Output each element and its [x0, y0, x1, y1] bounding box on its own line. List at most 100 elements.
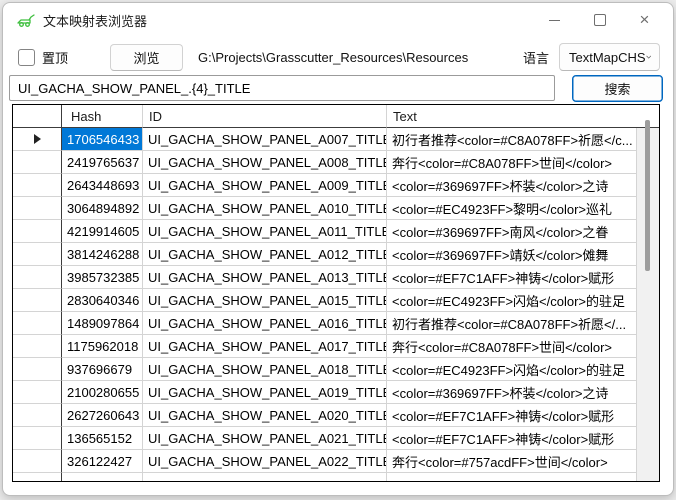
row-header-cell[interactable] [13, 335, 62, 358]
hash-cell[interactable]: 3064894892 [62, 197, 143, 220]
search-button[interactable]: 搜索 [572, 75, 663, 102]
toolbar: 置顶 浏览 G:\Projects\Grasscutter_Resources\… [3, 43, 673, 71]
id-cell[interactable]: UI_GACHA_SHOW_PANEL_A013_TITLE [143, 266, 387, 289]
row-header-cell[interactable] [13, 450, 62, 473]
hash-cell[interactable]: 2100280655 [62, 381, 143, 404]
id-cell[interactable]: UI_GACHA_SHOW_PANEL_A020_TITLE [143, 404, 387, 427]
language-label: 语言 [523, 48, 549, 67]
row-header-cell[interactable] [13, 151, 62, 174]
textmap-table: Hash ID Text 1706546433UI_GACHA_SHOW_PAN… [12, 104, 660, 482]
table-row[interactable]: 2100280655UI_GACHA_SHOW_PANEL_A019_TITLE… [13, 381, 659, 404]
id-cell[interactable]: UI_GACHA_SHOW_PANEL_A007_TITLE [143, 128, 387, 151]
table-row[interactable]: 1489097864UI_GACHA_SHOW_PANEL_A016_TITLE… [13, 312, 659, 335]
table-row[interactable]: 3985732385UI_GACHA_SHOW_PANEL_A013_TITLE… [13, 266, 659, 289]
hash-cell[interactable]: 2830640346 [62, 289, 143, 312]
hash-cell[interactable]: 326122427 [62, 450, 143, 473]
row-header-cell[interactable] [13, 312, 62, 335]
column-header-hash[interactable]: Hash [62, 105, 143, 128]
pin-on-top-option[interactable]: 置顶 [18, 48, 68, 67]
id-cell[interactable]: UI_GACHA_SHOW_PANEL_A012_TITLE [143, 243, 387, 266]
text-cell[interactable]: <color=#EC4923FF>闪焰</color>的驻足 [387, 289, 659, 312]
current-row-arrow-icon [34, 134, 41, 144]
row-header-cell[interactable] [13, 289, 62, 312]
text-cell[interactable]: <color=#369697FF>杯装</color>之诗 [387, 174, 659, 197]
text-cell[interactable]: <color=#EF7C1AFF>神铸</color>赋形 [387, 404, 659, 427]
hash-cell[interactable]: 1175962018 [62, 335, 143, 358]
hash-cell[interactable]: 136565152 [62, 427, 143, 450]
text-cell[interactable]: <color=#EC4923FF>闪焰</color>的驻足 [387, 358, 659, 381]
row-header-cell[interactable] [13, 243, 62, 266]
table-row[interactable]: 3064894892UI_GACHA_SHOW_PANEL_A010_TITLE… [13, 197, 659, 220]
hash-cell[interactable]: 1489097864 [62, 312, 143, 335]
id-cell[interactable]: UI_GACHA_SHOW_PANEL_A011_TITLE [143, 220, 387, 243]
text-cell[interactable]: <color=#EC4923FF>黎明</color>巡礼 [387, 197, 659, 220]
table-row[interactable]: 136565152UI_GACHA_SHOW_PANEL_A021_TITLE<… [13, 427, 659, 450]
column-header-text[interactable]: Text [387, 105, 659, 128]
maximize-button[interactable] [577, 5, 622, 35]
window-controls: × [532, 3, 673, 37]
browse-button[interactable]: 浏览 [110, 44, 183, 71]
language-dropdown[interactable]: TextMapCHS [559, 43, 660, 71]
vertical-scrollbar[interactable] [636, 128, 659, 481]
row-header-cell[interactable] [13, 220, 62, 243]
minimize-button[interactable] [532, 5, 577, 35]
id-cell[interactable]: UI_GACHA_SHOW_PANEL_A008_TITLE [143, 151, 387, 174]
text-cell[interactable]: <color=#EF7C1AFF>神铸</color>赋形 [387, 427, 659, 450]
text-cell[interactable]: 奔行<color=#C8A078FF>世间</color> [387, 335, 659, 358]
hash-cell[interactable]: 4219914605 [62, 220, 143, 243]
table-row[interactable]: 2830640346UI_GACHA_SHOW_PANEL_A015_TITLE… [13, 289, 659, 312]
close-button[interactable]: × [622, 5, 667, 35]
row-header-cell[interactable] [13, 174, 62, 197]
table-row[interactable]: 2627260643UI_GACHA_SHOW_PANEL_A020_TITLE… [13, 404, 659, 427]
text-cell[interactable]: 奔行<color=#C8A078FF>世间</color> [387, 151, 659, 174]
id-cell[interactable]: UI_GACHA_SHOW_PANEL_A016_TITLE [143, 312, 387, 335]
text-cell[interactable]: <color=#369697FF>杯装</color>之诗 [387, 381, 659, 404]
grid-body: 1706546433UI_GACHA_SHOW_PANEL_A007_TITLE… [13, 128, 659, 482]
row-header-cell[interactable] [13, 197, 62, 220]
row-header-cell[interactable] [13, 404, 62, 427]
row-header-cell[interactable] [13, 427, 62, 450]
id-cell[interactable]: UI_GACHA_SHOW_PANEL_A018_TITLE [143, 358, 387, 381]
id-cell[interactable]: UI_GACHA_SHOW_PANEL_A010_TITLE [143, 197, 387, 220]
hash-cell[interactable]: 3814246288 [62, 243, 143, 266]
language-value: TextMapCHS [569, 50, 646, 65]
table-row[interactable]: 937696679UI_GACHA_SHOW_PANEL_A018_TITLE<… [13, 358, 659, 381]
id-cell[interactable]: UI_GACHA_SHOW_PANEL_A015_TITLE [143, 289, 387, 312]
table-header-row: Hash ID Text [13, 105, 659, 128]
scrollbar-thumb[interactable] [645, 120, 650, 271]
id-cell[interactable]: UI_GACHA_SHOW_PANEL_A019_TITLE [143, 381, 387, 404]
hash-cell[interactable]: 2627260643 [62, 404, 143, 427]
row-header-cell[interactable] [13, 358, 62, 381]
table-row[interactable]: 326122427UI_GACHA_SHOW_PANEL_A022_TITLE奔… [13, 450, 659, 473]
hash-cell[interactable]: 1706546433 [62, 128, 143, 151]
table-row[interactable]: 3814246288UI_GACHA_SHOW_PANEL_A012_TITLE… [13, 243, 659, 266]
id-cell[interactable]: UI_GACHA_SHOW_PANEL_A021_TITLE [143, 427, 387, 450]
row-header-cell[interactable] [13, 381, 62, 404]
app-icon [16, 12, 36, 28]
id-cell[interactable]: UI_GACHA_SHOW_PANEL_A009_TITLE [143, 174, 387, 197]
table-row[interactable]: 2419765637UI_GACHA_SHOW_PANEL_A008_TITLE… [13, 151, 659, 174]
row-header-cell [13, 473, 62, 482]
text-cell[interactable]: <color=#369697FF>靖妖</color>傩舞 [387, 243, 659, 266]
text-cell[interactable]: 初行者推荐<color=#C8A078FF>祈愿</... [387, 312, 659, 335]
text-cell[interactable]: <color=#EF7C1AFF>神铸</color>赋形 [387, 266, 659, 289]
hash-cell[interactable]: 3985732385 [62, 266, 143, 289]
text-cell[interactable]: 奔行<color=#757acdFF>世间</color> [387, 450, 659, 473]
table-row[interactable]: 2643448693UI_GACHA_SHOW_PANEL_A009_TITLE… [13, 174, 659, 197]
hash-cell[interactable]: 937696679 [62, 358, 143, 381]
search-input[interactable]: UI_GACHA_SHOW_PANEL_.{4}_TITLE [9, 75, 555, 101]
pin-checkbox[interactable] [18, 49, 35, 66]
text-cell[interactable]: 初行者推荐<color=#C8A078FF>祈愿</c... [387, 128, 659, 151]
text-cell[interactable]: <color=#369697FF>南风</color>之眷 [387, 220, 659, 243]
table-row[interactable]: 1706546433UI_GACHA_SHOW_PANEL_A007_TITLE… [13, 128, 659, 151]
text-cell [387, 473, 659, 482]
row-header-cell[interactable] [13, 128, 62, 151]
table-row[interactable]: 4219914605UI_GACHA_SHOW_PANEL_A011_TITLE… [13, 220, 659, 243]
id-cell[interactable]: UI_GACHA_SHOW_PANEL_A017_TITLE [143, 335, 387, 358]
table-row[interactable]: 1175962018UI_GACHA_SHOW_PANEL_A017_TITLE… [13, 335, 659, 358]
row-header-cell[interactable] [13, 266, 62, 289]
hash-cell[interactable]: 2643448693 [62, 174, 143, 197]
id-cell[interactable]: UI_GACHA_SHOW_PANEL_A022_TITLE [143, 450, 387, 473]
column-header-id[interactable]: ID [143, 105, 387, 128]
hash-cell[interactable]: 2419765637 [62, 151, 143, 174]
